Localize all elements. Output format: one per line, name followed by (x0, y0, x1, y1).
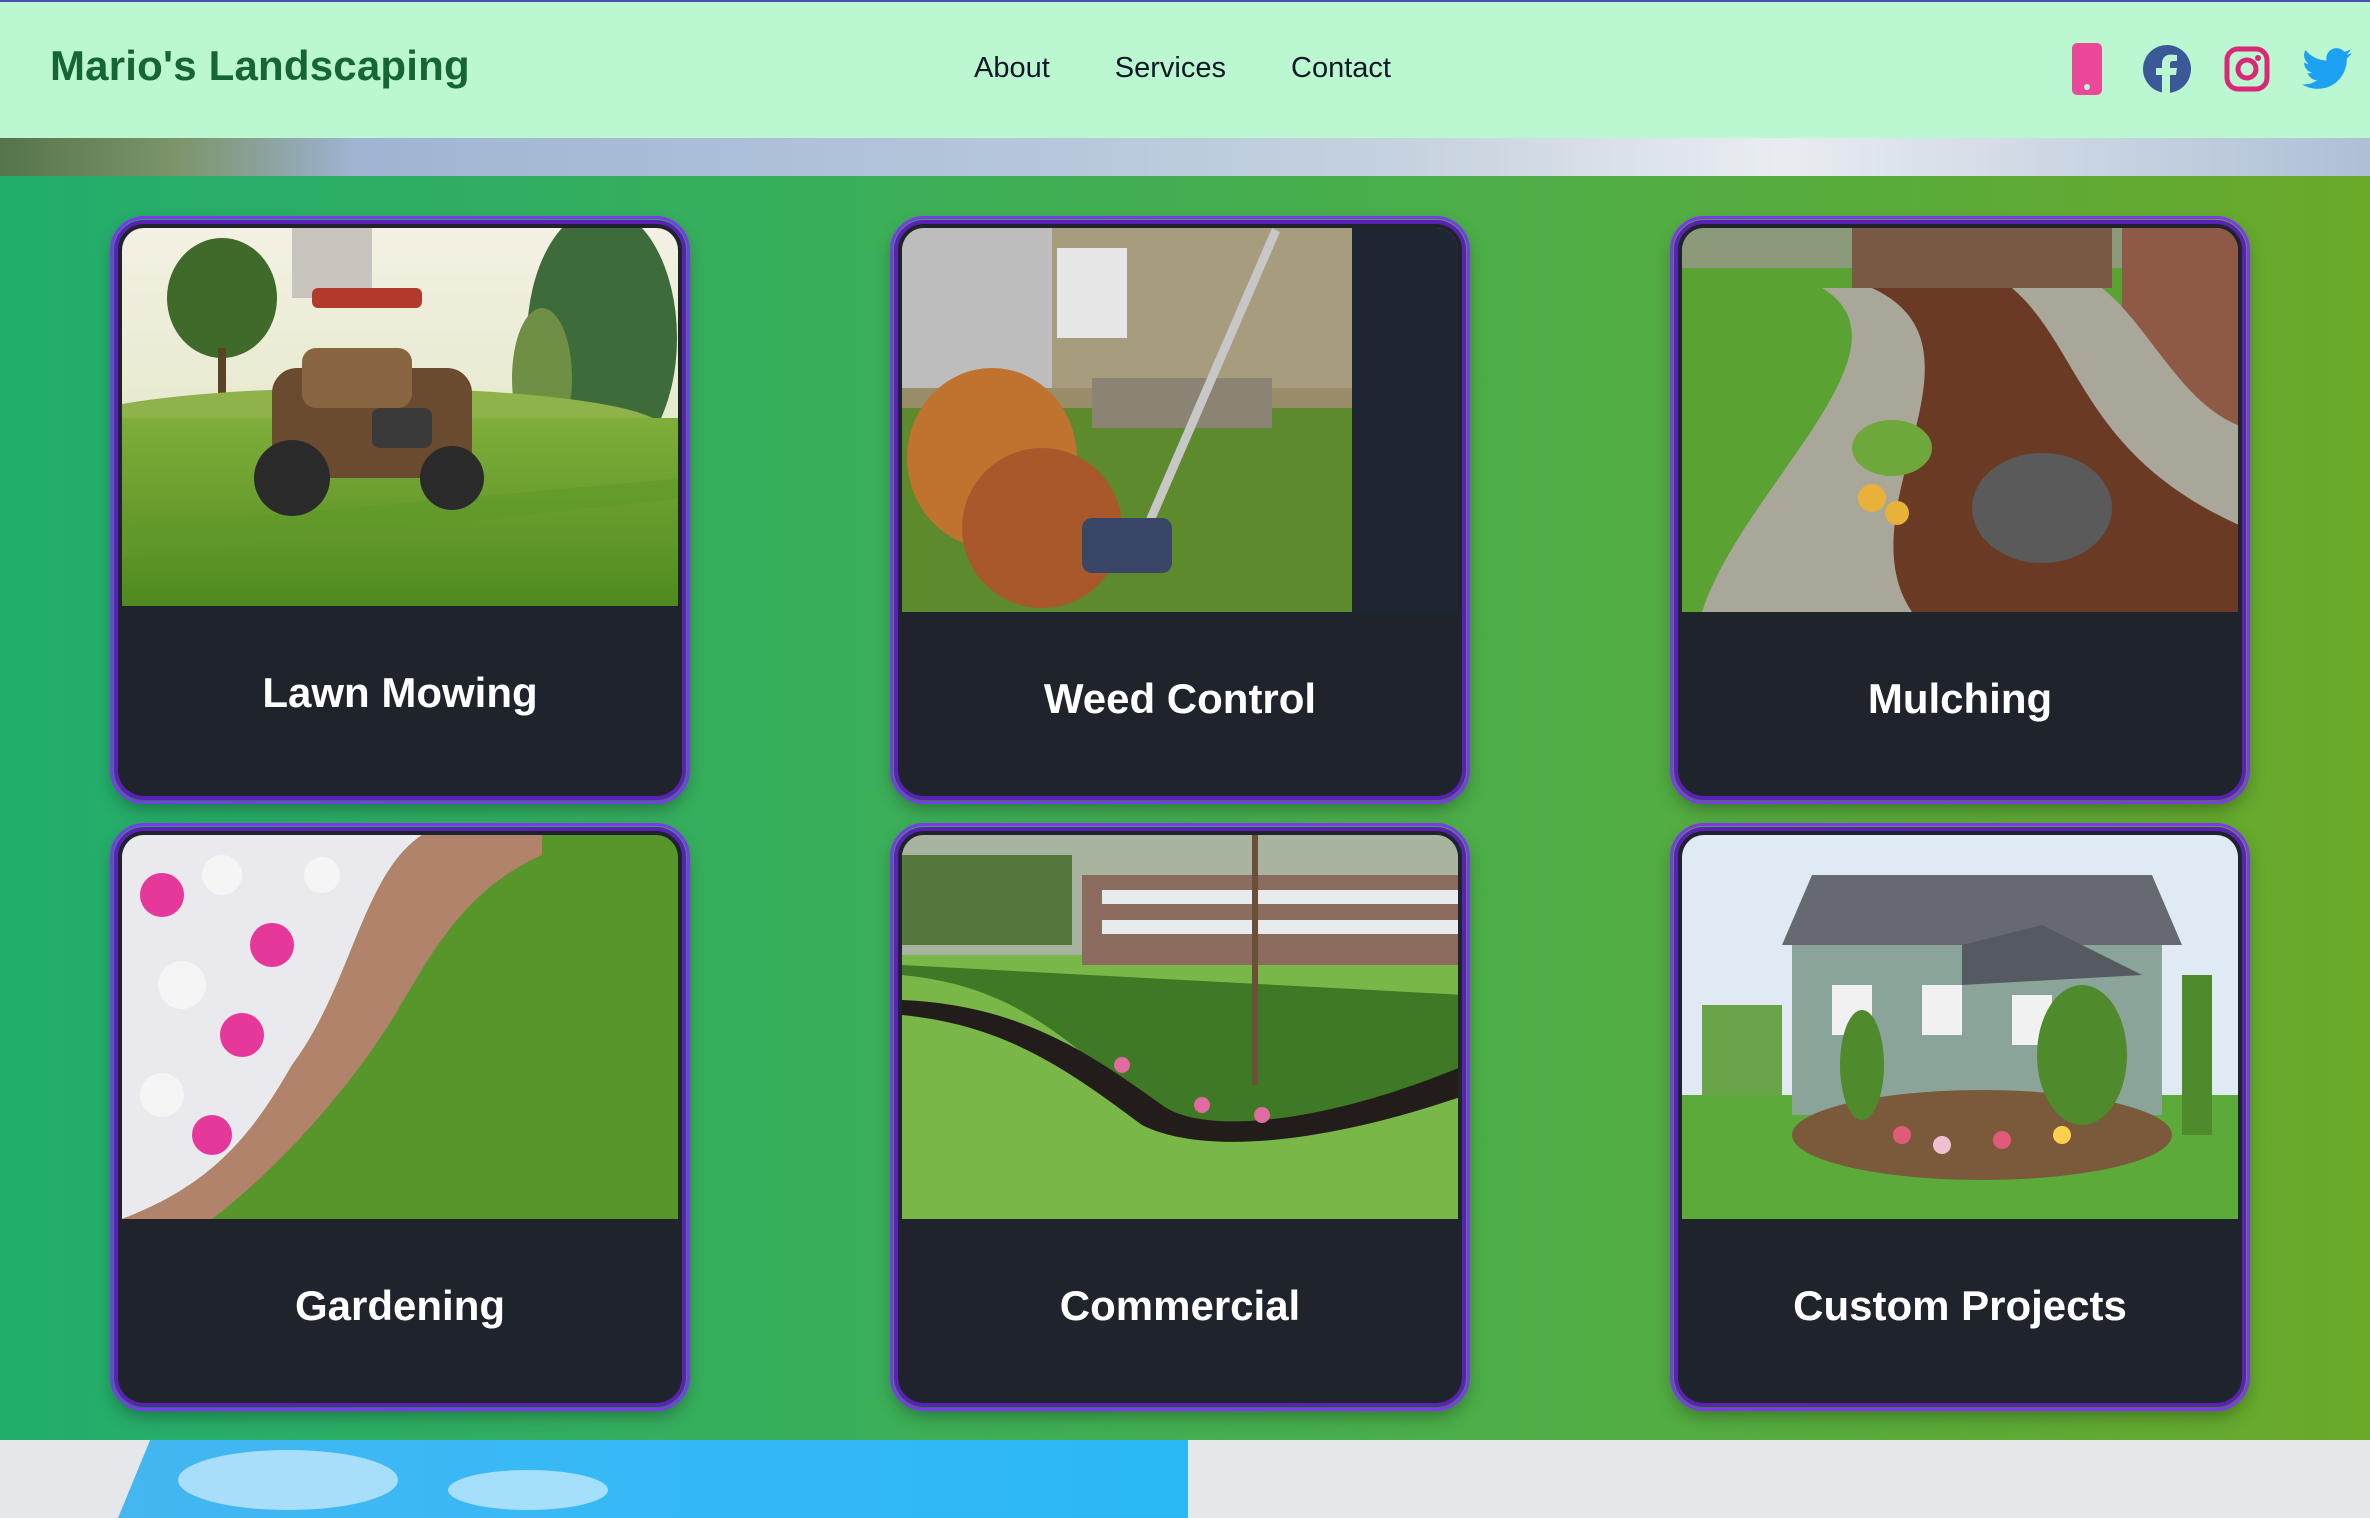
mulch-bed-photo (1682, 228, 2238, 612)
lawn-mower-photo (122, 228, 678, 606)
service-title: Lawn Mowing (262, 669, 538, 716)
service-title: Weed Control (1043, 675, 1317, 722)
service-title: Gardening (294, 1282, 506, 1329)
main-nav: About Services Contact (974, 52, 1456, 85)
commercial-landscape-photo (902, 835, 1458, 1219)
service-card-mulching[interactable]: Mulching (1670, 216, 2250, 804)
nav-link-services[interactable]: Services (1115, 52, 1226, 85)
services-section: Lawn Mowing Weed Control Mulching Garden… (0, 176, 2370, 1440)
next-section-sky-image (118, 1440, 1188, 1518)
flower-bed-photo (122, 835, 678, 1219)
service-card-commercial[interactable]: Commercial (890, 823, 1470, 1411)
facebook-icon[interactable] (2142, 42, 2192, 96)
hero-image-trees (0, 138, 350, 176)
site-logo-text[interactable]: Mario's Landscaping (50, 42, 470, 90)
string-trimmer-photo (902, 228, 1458, 612)
service-card-gardening[interactable]: Gardening (110, 823, 690, 1411)
instagram-icon[interactable] (2222, 42, 2272, 96)
social-links (2062, 42, 2352, 96)
service-title: Mulching (1867, 675, 2053, 722)
service-card-lawn-mowing[interactable]: Lawn Mowing (110, 216, 690, 804)
service-title: Custom Projects (1793, 1282, 2127, 1329)
service-card-weed-control[interactable]: Weed Control (890, 216, 1470, 804)
hero-image-strip (0, 138, 2370, 176)
house-yard-design-photo (1682, 835, 2238, 1219)
service-card-custom-projects[interactable]: Custom Projects (1670, 823, 2250, 1411)
site-header: Mario's Landscaping About Services Conta… (0, 2, 2370, 138)
nav-link-about[interactable]: About (974, 52, 1050, 85)
phone-icon[interactable] (2062, 42, 2112, 96)
service-title: Commercial (1059, 1282, 1301, 1329)
twitter-icon[interactable] (2302, 42, 2352, 96)
nav-link-contact[interactable]: Contact (1291, 52, 1391, 85)
